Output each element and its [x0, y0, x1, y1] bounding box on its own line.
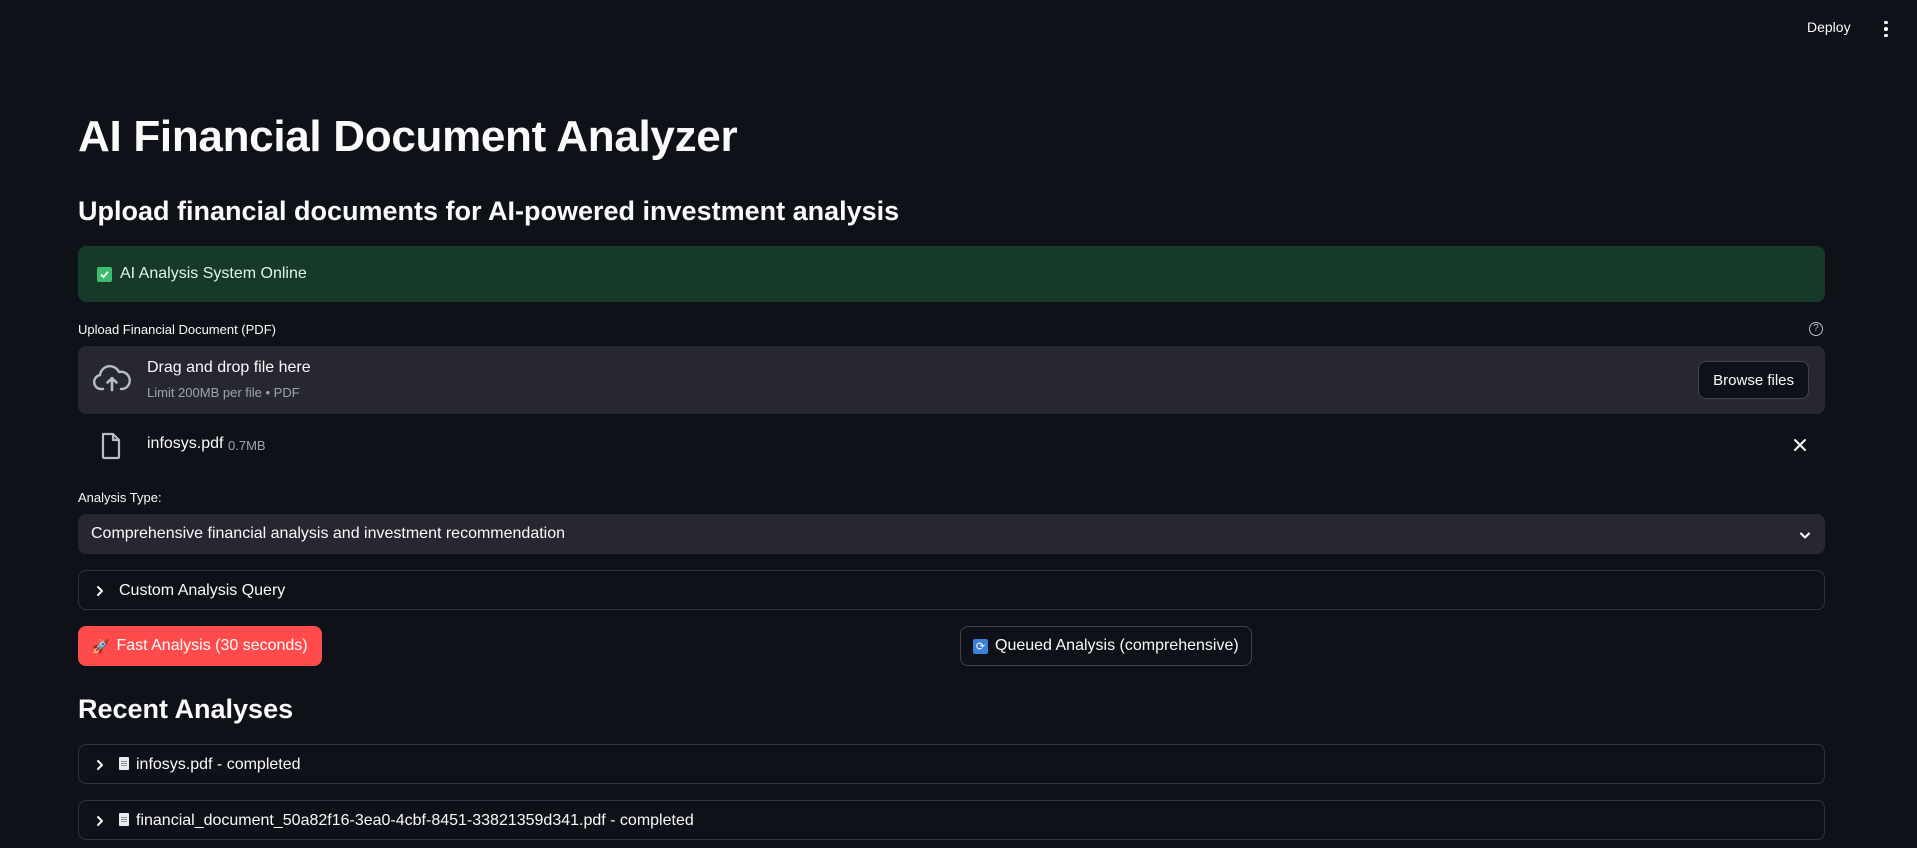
- drop-hint: Limit 200MB per file • PDF: [147, 385, 300, 400]
- cloud-upload-icon: [92, 363, 131, 400]
- file-name: infosys.pdf: [147, 435, 224, 452]
- chevron-right-icon: [95, 584, 105, 602]
- status-text: AI Analysis System Online: [120, 265, 307, 282]
- recent-analysis-label: financial_document_50a82f16-3ea0-4cbf-84…: [119, 812, 694, 830]
- file-dropzone[interactable]: Drag and drop file here Limit 200MB per …: [78, 346, 1825, 414]
- recent-analysis-item[interactable]: financial_document_50a82f16-3ea0-4cbf-84…: [78, 800, 1825, 840]
- analysis-type-value: Comprehensive financial analysis and inv…: [91, 525, 566, 542]
- analysis-type-label: Analysis Type:: [78, 490, 162, 505]
- custom-query-expander[interactable]: Custom Analysis Query: [78, 570, 1825, 610]
- queued-analysis-button[interactable]: ⟳ Queued Analysis (comprehensive): [960, 626, 1252, 666]
- uploaded-file-row: infosys.pdf 0.7MB: [78, 430, 1825, 464]
- recent-analysis-label: infosys.pdf - completed: [119, 756, 301, 774]
- status-banner: AI Analysis System Online: [78, 246, 1825, 302]
- repeat-icon: ⟳: [973, 638, 988, 654]
- rocket-icon: 🚀: [92, 637, 110, 654]
- recent-analysis-item[interactable]: infosys.pdf - completed: [78, 744, 1825, 784]
- fast-analysis-label: Fast Analysis (30 seconds): [116, 637, 308, 654]
- page-title: AI Financial Document Analyzer: [78, 112, 738, 161]
- recent-analyses-title: Recent Analyses: [78, 694, 294, 724]
- close-icon[interactable]: [1793, 438, 1807, 457]
- file-size: 0.7MB: [228, 438, 266, 453]
- custom-query-label: Custom Analysis Query: [119, 582, 286, 599]
- browse-files-button[interactable]: Browse files: [1698, 361, 1809, 399]
- queued-analysis-label: Queued Analysis (comprehensive): [995, 637, 1239, 654]
- document-icon: [119, 813, 129, 826]
- recent-analysis-text: financial_document_50a82f16-3ea0-4cbf-84…: [136, 812, 694, 829]
- drop-title: Drag and drop file here: [147, 359, 311, 376]
- file-icon: [100, 432, 122, 465]
- check-box-icon: [97, 266, 112, 282]
- chevron-right-icon: [95, 814, 105, 832]
- fast-analysis-button[interactable]: 🚀 Fast Analysis (30 seconds): [78, 626, 322, 666]
- more-vertical-icon[interactable]: [1878, 19, 1894, 39]
- document-icon: [119, 757, 129, 770]
- chevron-down-icon: [1799, 528, 1811, 546]
- top-bar: Deploy: [0, 0, 1917, 60]
- chevron-right-icon: [95, 758, 105, 776]
- upload-label: Upload Financial Document (PDF): [78, 322, 276, 337]
- deploy-button[interactable]: Deploy: [1807, 19, 1851, 35]
- recent-analysis-text: infosys.pdf - completed: [136, 756, 301, 773]
- help-icon[interactable]: ?: [1809, 322, 1823, 336]
- analysis-type-select[interactable]: Comprehensive financial analysis and inv…: [78, 514, 1825, 554]
- page-subtitle: Upload financial documents for AI-powere…: [78, 196, 900, 226]
